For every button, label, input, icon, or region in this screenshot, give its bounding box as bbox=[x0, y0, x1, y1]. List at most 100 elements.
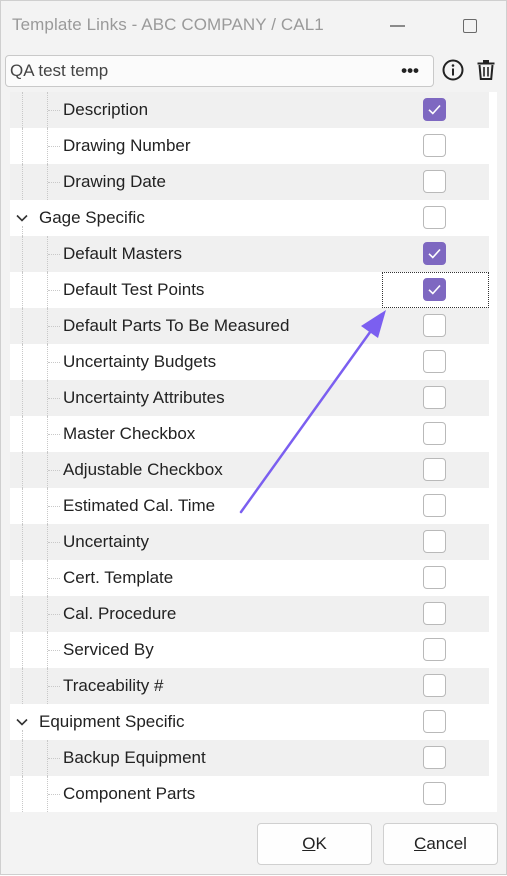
cancel-button[interactable]: Cancel bbox=[383, 823, 498, 865]
template-input[interactable] bbox=[6, 57, 386, 85]
tree-item-row[interactable]: Default Test Points bbox=[10, 272, 489, 308]
tree-row-label: Default Parts To Be Measured bbox=[63, 316, 290, 335]
row-checkbox[interactable] bbox=[423, 566, 446, 589]
row-checkbox[interactable] bbox=[423, 98, 446, 121]
chevron-down-icon[interactable] bbox=[15, 715, 29, 729]
tree-guide-line bbox=[22, 452, 23, 488]
cancel-button-label: Cancel bbox=[414, 834, 467, 853]
tree-guide-line bbox=[48, 434, 60, 435]
tree-row-label: Serviced By bbox=[63, 640, 154, 659]
tree-row-label: Default Masters bbox=[63, 244, 183, 263]
tree-item-row[interactable]: Description bbox=[10, 92, 489, 128]
tree-item-row[interactable]: Serviced By bbox=[10, 632, 489, 668]
row-checkbox[interactable] bbox=[423, 674, 446, 697]
maximize-icon bbox=[463, 19, 477, 33]
row-checkbox[interactable] bbox=[423, 170, 446, 193]
tree-item-row[interactable]: Backup Equipment bbox=[10, 740, 489, 776]
row-checkbox[interactable] bbox=[423, 710, 446, 733]
tree-item-row[interactable]: Cal. Procedure bbox=[10, 596, 489, 632]
info-icon bbox=[442, 59, 464, 81]
row-checkbox[interactable] bbox=[423, 422, 446, 445]
tree-guide-line bbox=[22, 92, 23, 128]
tree-item-row[interactable]: Uncertainty Attributes bbox=[10, 380, 489, 416]
delete-button[interactable] bbox=[474, 58, 498, 82]
tree-guide-line bbox=[22, 272, 23, 308]
row-checkbox[interactable] bbox=[423, 386, 446, 409]
ok-button[interactable]: OK bbox=[257, 823, 372, 865]
tree-guide-line bbox=[48, 362, 60, 363]
tree-guide-line bbox=[22, 380, 23, 416]
window-title: Template Links - ABC COMPANY / CAL1 bbox=[12, 15, 324, 34]
title-bar[interactable]: Template Links - ABC COMPANY / CAL1 bbox=[1, 1, 506, 51]
tree-guide-line bbox=[48, 542, 60, 543]
tree-row-label: Component Parts bbox=[63, 784, 196, 803]
template-links-dialog: Template Links - ABC COMPANY / CAL1 ••• … bbox=[0, 0, 507, 875]
maximize-button[interactable] bbox=[457, 13, 483, 39]
row-checkbox[interactable] bbox=[423, 530, 446, 553]
row-checkbox[interactable] bbox=[423, 314, 446, 337]
checkmark-icon bbox=[428, 284, 441, 295]
template-selector[interactable]: ••• bbox=[5, 55, 434, 87]
info-button[interactable] bbox=[441, 58, 465, 82]
tree-group-row[interactable]: Equipment Specific bbox=[10, 704, 489, 740]
tree-item-row[interactable]: Component Parts bbox=[10, 776, 489, 812]
tree-row-label: Estimated Cal. Time bbox=[63, 496, 216, 515]
minimize-icon bbox=[389, 25, 405, 27]
tree-row-label: Gage Specific bbox=[39, 208, 145, 227]
tree-row-label: Uncertainty Attributes bbox=[63, 388, 225, 407]
tree-guide-line bbox=[48, 110, 60, 111]
minimize-button[interactable] bbox=[384, 13, 410, 39]
tree-item-row[interactable]: Uncertainty Budgets bbox=[10, 344, 489, 380]
tree-item-row[interactable]: Default Masters bbox=[10, 236, 489, 272]
tree-item-row[interactable]: Drawing Date bbox=[10, 164, 489, 200]
tree-guide-line bbox=[22, 776, 23, 812]
tree-row-label: Backup Equipment bbox=[63, 748, 206, 767]
tree-item-row[interactable]: Traceability # bbox=[10, 668, 489, 704]
tree-guide-line bbox=[22, 164, 23, 200]
tree-scrollbar[interactable] bbox=[489, 92, 497, 812]
row-checkbox[interactable] bbox=[423, 242, 446, 265]
tree-guide-line bbox=[48, 686, 60, 687]
tree-row-label: Cert. Template bbox=[63, 568, 174, 587]
row-checkbox[interactable] bbox=[423, 782, 446, 805]
template-links-tree: Description Drawing Number Drawing Date Gag… bbox=[10, 92, 497, 812]
tree-guide-line bbox=[48, 290, 60, 291]
tree-guide-line bbox=[22, 488, 23, 524]
tree-row-label: Description bbox=[63, 100, 149, 119]
tree-guide-line bbox=[22, 632, 23, 668]
tree-row-label: Cal. Procedure bbox=[63, 604, 177, 623]
tree-row-label: Equipment Specific bbox=[39, 712, 185, 731]
tree-item-row[interactable]: Estimated Cal. Time bbox=[10, 488, 489, 524]
tree-guide-line bbox=[48, 578, 60, 579]
row-checkbox[interactable] bbox=[423, 638, 446, 661]
tree-row-label: Drawing Number bbox=[63, 136, 191, 155]
tree-guide-line bbox=[48, 758, 60, 759]
row-checkbox[interactable] bbox=[423, 602, 446, 625]
tree-item-row[interactable]: Default Parts To Be Measured bbox=[10, 308, 489, 344]
row-checkbox[interactable] bbox=[423, 206, 446, 229]
row-checkbox[interactable] bbox=[423, 278, 446, 301]
browse-ellipsis-button[interactable]: ••• bbox=[401, 61, 419, 81]
tree-item-row[interactable]: Cert. Template bbox=[10, 560, 489, 596]
tree-guide-line bbox=[22, 308, 23, 344]
tree-guide-line bbox=[48, 254, 60, 255]
tree-guide-line bbox=[22, 668, 23, 704]
tree-item-row[interactable]: Master Checkbox bbox=[10, 416, 489, 452]
checkmark-icon bbox=[428, 248, 441, 259]
tree-guide-line bbox=[22, 226, 23, 236]
tree-guide-line bbox=[48, 506, 60, 507]
tree-guide-line bbox=[22, 560, 23, 596]
tree-item-row[interactable]: Drawing Number bbox=[10, 128, 489, 164]
tree-group-row[interactable]: Gage Specific bbox=[10, 200, 489, 236]
tree-item-row[interactable]: Uncertainty bbox=[10, 524, 489, 560]
tree-item-row[interactable]: Adjustable Checkbox bbox=[10, 452, 489, 488]
row-checkbox[interactable] bbox=[423, 494, 446, 517]
trash-icon bbox=[477, 60, 495, 80]
tree-row-label: Drawing Date bbox=[63, 172, 166, 191]
row-checkbox[interactable] bbox=[423, 350, 446, 373]
row-checkbox[interactable] bbox=[423, 746, 446, 769]
chevron-down-icon[interactable] bbox=[15, 211, 29, 225]
tree-guide-line bbox=[48, 326, 60, 327]
row-checkbox[interactable] bbox=[423, 134, 446, 157]
row-checkbox[interactable] bbox=[423, 458, 446, 481]
